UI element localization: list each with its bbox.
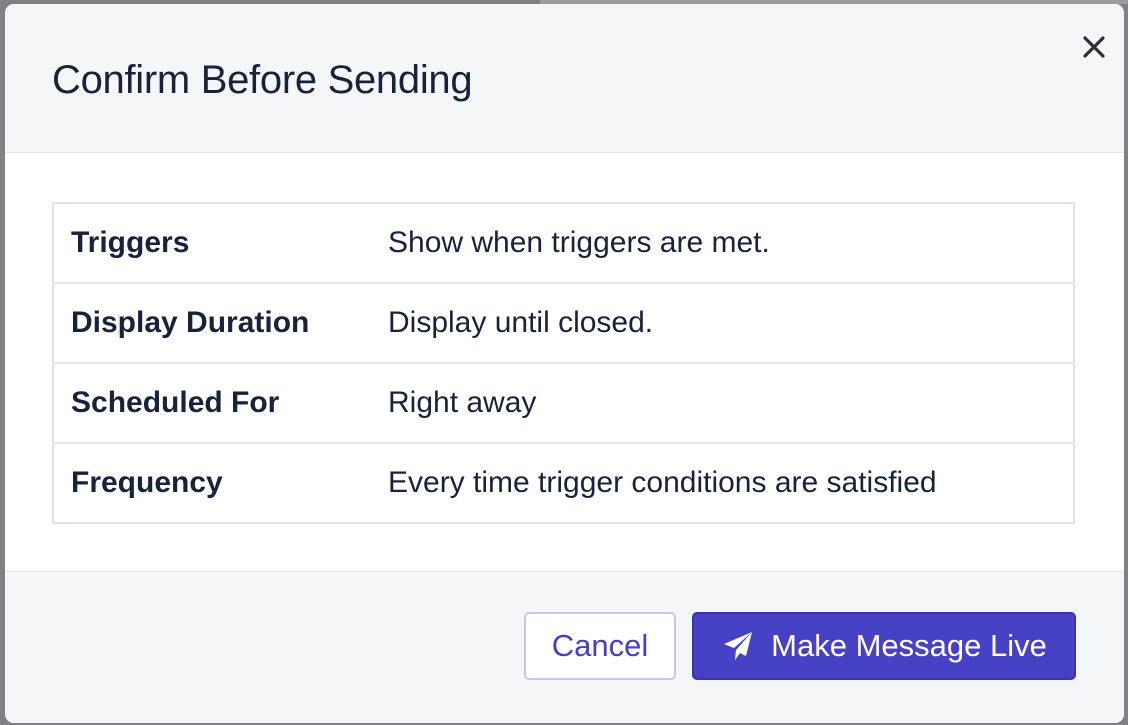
table-row: Triggers Show when triggers are met. xyxy=(53,203,1074,283)
cancel-button[interactable]: Cancel xyxy=(524,612,676,680)
make-message-live-label: Make Message Live xyxy=(771,628,1047,663)
display-duration-value: Display until closed. xyxy=(371,282,1074,363)
frequency-label: Frequency xyxy=(53,442,371,523)
summary-table: Triggers Show when triggers are met. Dis… xyxy=(52,202,1075,524)
dialog-footer: Cancel Make Message Live xyxy=(5,571,1124,723)
confirm-dialog: Confirm Before Sending Triggers Show whe… xyxy=(5,4,1124,723)
triggers-value: Show when triggers are met. xyxy=(388,226,770,259)
scheduled-for-value: Right away xyxy=(371,362,1074,443)
dialog-body: Triggers Show when triggers are met. Dis… xyxy=(5,153,1124,571)
table-row: Frequency Every time trigger conditions … xyxy=(53,442,1074,523)
scheduled-for-label: Scheduled For xyxy=(53,362,371,443)
paper-plane-icon xyxy=(721,629,755,663)
display-duration-label: Display Duration xyxy=(53,282,371,363)
cancel-button-label: Cancel xyxy=(551,628,649,663)
make-message-live-button[interactable]: Make Message Live xyxy=(692,612,1076,680)
table-row: Display Duration Display until closed. xyxy=(53,282,1074,363)
close-button[interactable] xyxy=(1079,32,1109,62)
dialog-header: Confirm Before Sending xyxy=(5,4,1124,153)
close-icon xyxy=(1083,36,1105,58)
table-row: Scheduled For Right away xyxy=(53,362,1074,443)
frequency-value: Every time trigger conditions are satisf… xyxy=(371,442,1074,523)
triggers-label: Triggers xyxy=(71,226,190,259)
dialog-title: Confirm Before Sending xyxy=(52,58,473,102)
